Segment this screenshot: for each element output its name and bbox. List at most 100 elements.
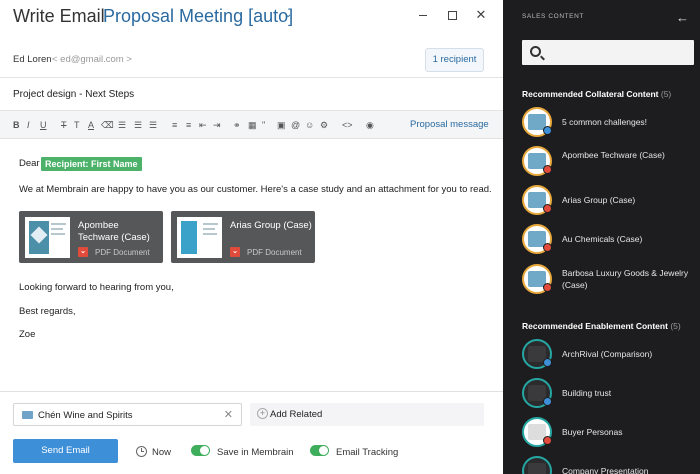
clock-icon[interactable] xyxy=(136,446,147,457)
template-selector[interactable]: Proposal Meeting [auto] xyxy=(103,6,293,27)
emoji-icon[interactable]: ☺ xyxy=(305,119,314,131)
align-right-icon[interactable]: ☰ xyxy=(149,119,157,131)
enablement-item-label: Building trust xyxy=(562,388,612,398)
closing-text: Looking forward to hearing from you, xyxy=(19,282,174,293)
image-icon[interactable]: ▣ xyxy=(277,119,286,131)
email-body[interactable]: Dear Recipient: First Name We at Membrai… xyxy=(0,139,503,391)
sales-content-panel: SALES CONTENT ← Recommended Collateral C… xyxy=(503,0,700,474)
save-in-membrain-label: Save in Membrain xyxy=(217,447,294,458)
attachment-type: PDF Document xyxy=(247,248,302,257)
collateral-item[interactable]: 5 common challenges! xyxy=(522,107,694,137)
collateral-item-label: Au Chemicals (Case) xyxy=(562,234,643,244)
recipient-merge-tag[interactable]: Recipient: First Name xyxy=(41,157,142,171)
from-row: Ed Loren < ed@gmail.com > 1 recipient xyxy=(0,44,503,78)
pdf-badge-icon xyxy=(543,165,552,174)
email-tracking-label: Email Tracking xyxy=(336,447,399,458)
bold-icon[interactable]: B xyxy=(13,119,20,131)
enablement-item-label: Company Presentation xyxy=(562,466,649,474)
company-name: Chén Wine and Spirits xyxy=(38,410,133,421)
sender-name: Ed Loren xyxy=(13,54,52,65)
underline-icon[interactable]: U xyxy=(40,119,47,131)
attachment-name: Apombee Techware (Case) xyxy=(78,220,150,243)
company-icon xyxy=(22,411,33,419)
collateral-item-label: Apombee Techware (Case) xyxy=(562,150,665,160)
pdf-badge-icon xyxy=(543,243,552,252)
sign-off-text: Best regards, xyxy=(19,306,76,317)
attachment-card[interactable]: Arias Group (Case) ⌄ PDF Document xyxy=(171,211,315,263)
shared-badge-icon xyxy=(543,358,552,367)
title-bar: Write Email Proposal Meeting [auto] ⌄ ✕ xyxy=(0,0,503,36)
plus-circle-icon: + xyxy=(257,408,268,419)
settings-icon[interactable]: ⚙ xyxy=(320,119,328,131)
content-search-input[interactable] xyxy=(522,40,694,65)
document-thumbnail xyxy=(25,217,70,258)
enablement-item[interactable]: ArchRival (Comparison) xyxy=(522,339,694,369)
align-center-icon[interactable]: ☰ xyxy=(134,119,142,131)
pdf-badge-icon xyxy=(543,436,552,445)
collateral-item[interactable]: Barbosa Luxury Goods & Jewelry (Case) xyxy=(522,264,694,294)
collateral-item-label: Arias Group (Case) xyxy=(562,195,636,205)
clear-format-icon[interactable]: ⌫ xyxy=(101,119,114,131)
attachment-card[interactable]: Apombee Techware (Case) ⌄ PDF Document xyxy=(19,211,163,263)
enablement-item-label: Buyer Personas xyxy=(562,427,623,437)
recipients-button[interactable]: 1 recipient xyxy=(425,48,484,72)
document-thumbnail xyxy=(177,217,222,258)
proposal-message-link[interactable]: Proposal message xyxy=(410,119,489,130)
enablement-item[interactable]: Building trust xyxy=(522,378,694,408)
back-arrow-icon[interactable]: ← xyxy=(676,10,689,25)
schedule-label[interactable]: Now xyxy=(152,447,171,458)
collateral-item[interactable]: Au Chemicals (Case) xyxy=(522,224,694,254)
shared-badge-icon xyxy=(543,397,552,406)
mention-icon[interactable]: @ xyxy=(291,119,300,131)
strikethrough-icon[interactable]: T xyxy=(61,119,67,131)
preview-eye-icon[interactable]: ◉ xyxy=(366,119,374,131)
signature-text: Zoe xyxy=(19,329,36,340)
collateral-item-label: 5 common challenges! xyxy=(562,117,648,127)
search-icon xyxy=(530,46,541,57)
panel-heading: SALES CONTENT xyxy=(522,13,584,20)
enablement-item[interactable]: Company Presentation xyxy=(522,456,694,474)
add-related-label: Add Related xyxy=(270,409,323,420)
calendar-icon[interactable]: ▦ xyxy=(248,119,257,131)
numbered-list-icon[interactable]: ≡ xyxy=(186,119,191,131)
attachment-name: Arias Group (Case) xyxy=(230,220,312,231)
text-size-icon[interactable]: T xyxy=(74,119,80,131)
subject-input[interactable]: Project design - Next Steps xyxy=(13,89,134,100)
link-icon[interactable]: ⚭ xyxy=(233,119,241,131)
greeting-text: Dear xyxy=(19,158,40,169)
close-icon[interactable]: ✕ xyxy=(474,8,488,22)
pdf-icon: ⌄ xyxy=(78,247,88,257)
enablement-item[interactable]: Buyer Personas xyxy=(522,417,694,447)
add-related-field[interactable]: + Add Related xyxy=(250,403,484,426)
maximize-icon[interactable] xyxy=(445,8,459,22)
sender-email: < ed@gmail.com > xyxy=(52,54,132,65)
collateral-item[interactable]: Arias Group (Case) xyxy=(522,185,694,215)
align-left-icon[interactable]: ☰ xyxy=(118,119,126,131)
indent-icon[interactable]: ⇥ xyxy=(213,119,221,131)
quote-icon[interactable]: " xyxy=(262,119,265,131)
email-tracking-toggle[interactable] xyxy=(310,445,329,456)
window-title: Write Email xyxy=(13,6,105,26)
company-field[interactable]: Chén Wine and Spirits ✕ xyxy=(13,403,242,426)
collateral-item[interactable]: Apombee Techware (Case) xyxy=(522,146,694,176)
collateral-item-label: Barbosa Luxury Goods & Jewelry (Case) xyxy=(562,268,689,290)
formatting-toolbar: B I U T T A ⌫ ☰ ☰ ☰ ≡ ≡ ⇤ ⇥ ⚭ ▦ " ▣ @ ☺ … xyxy=(0,111,503,139)
font-color-icon[interactable]: A xyxy=(88,119,94,131)
pdf-badge-icon xyxy=(543,283,552,292)
outdent-icon[interactable]: ⇤ xyxy=(199,119,207,131)
send-email-button[interactable]: Send Email xyxy=(13,439,118,463)
intro-text: We at Membrain are happy to have you as … xyxy=(19,184,492,195)
code-icon[interactable]: <> xyxy=(342,119,353,131)
attachment-type: PDF Document xyxy=(95,248,150,257)
pdf-icon: ⌄ xyxy=(230,247,240,257)
save-in-membrain-toggle[interactable] xyxy=(191,445,210,456)
enablement-section-title: Recommended Enablement Content (5) xyxy=(522,321,681,331)
italic-icon[interactable]: I xyxy=(27,119,30,131)
document-thumbnail-icon xyxy=(522,456,552,474)
pdf-badge-icon xyxy=(543,204,552,213)
subject-row[interactable]: Project design - Next Steps xyxy=(0,78,503,111)
chevron-down-icon[interactable]: ⌄ xyxy=(284,9,292,20)
minimize-icon[interactable] xyxy=(416,8,430,22)
clear-icon[interactable]: ✕ xyxy=(224,408,233,421)
bullet-list-icon[interactable]: ≡ xyxy=(172,119,177,131)
